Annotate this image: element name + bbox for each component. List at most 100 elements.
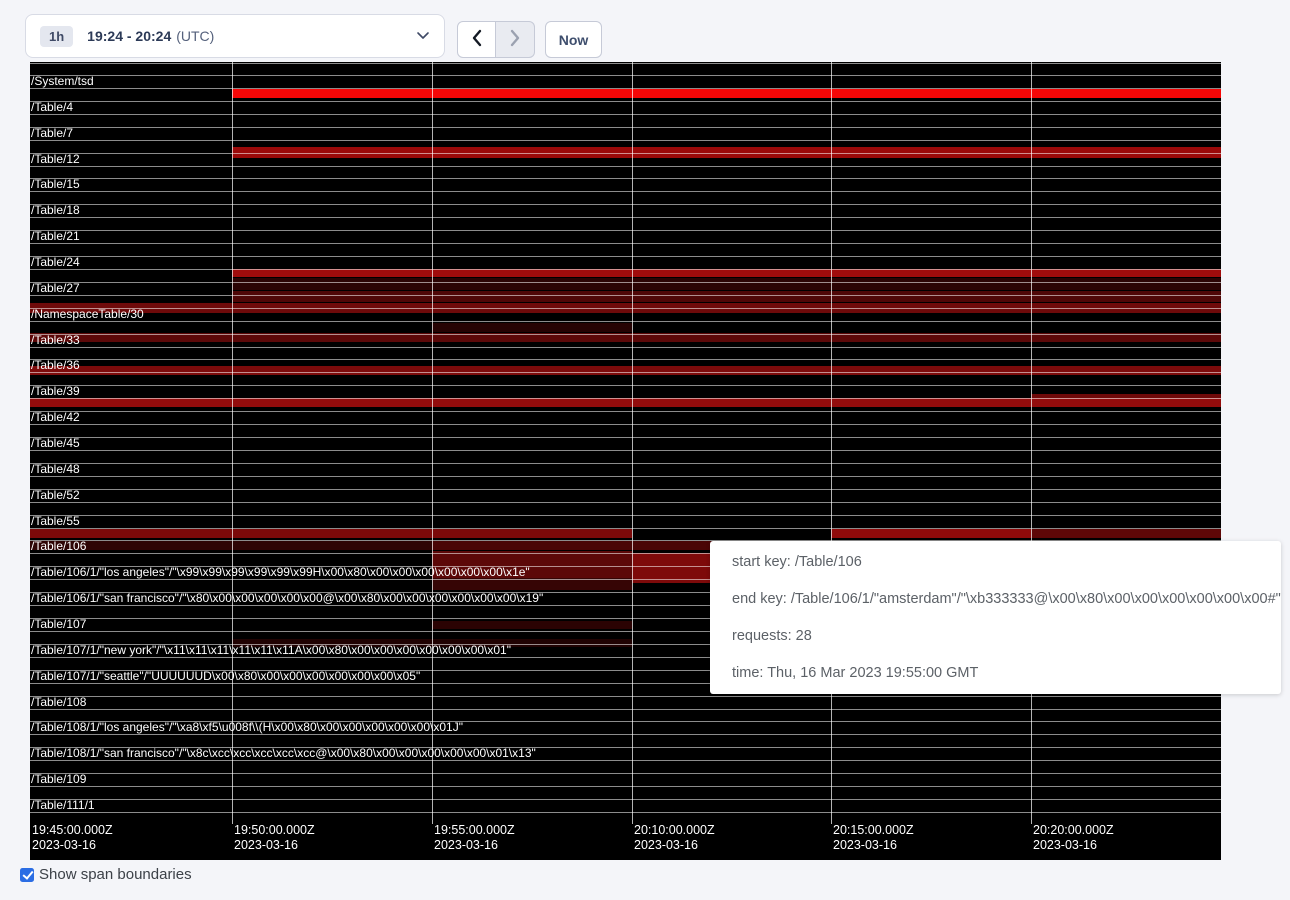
axis-date: 2023-03-16 <box>634 838 715 853</box>
span-boundary-line <box>30 101 1221 102</box>
span-boundary-line <box>30 191 1221 192</box>
span-boundary-line <box>30 528 1221 529</box>
heatmap-tooltip: start key: /Table/106 end key: /Table/10… <box>710 541 1281 694</box>
span-key-label: /Table/15 <box>31 177 80 191</box>
key-visualizer-heatmap[interactable]: /System/tsd/Table/4/Table/7/Table/12/Tab… <box>30 62 1221 860</box>
checkbox-checked-icon[interactable] <box>20 868 34 882</box>
span-boundary-line <box>30 515 1221 516</box>
span-boundary-line <box>30 489 1221 490</box>
key-visualizer-page: 1h 19:24 - 20:24 (UTC) Now /System/tsd/T… <box>0 0 1290 900</box>
span-boundary-line <box>30 256 1221 257</box>
span-key-label: /NamespaceTable/30 <box>31 307 144 321</box>
span-boundary-line <box>30 502 1221 503</box>
heat-band[interactable] <box>432 621 632 629</box>
span-key-label: /Table/108 <box>31 695 86 709</box>
span-key-label: /Table/106 <box>31 539 86 553</box>
span-key-label: /Table/106/1/"san francisco"/"\x80\x00\x… <box>31 591 543 605</box>
span-key-label: /Table/12 <box>31 152 80 166</box>
span-key-label: /Table/24 <box>31 255 80 269</box>
span-key-label: /Table/108/1/"los angeles"/"\xa8\xf5\u00… <box>31 720 463 734</box>
time-range-select[interactable]: 1h 19:24 - 20:24 (UTC) <box>25 14 445 58</box>
prev-time-button[interactable] <box>457 21 496 58</box>
heat-band[interactable] <box>232 89 1221 98</box>
span-boundary-line <box>30 773 1221 774</box>
heat-band[interactable] <box>232 269 1221 277</box>
span-key-label: /Table/107/1/"new york"/"\x11\x11\x11\x1… <box>31 643 511 657</box>
span-boundary-line <box>30 463 1221 464</box>
span-boundary-line <box>30 269 1221 270</box>
span-boundary-line <box>30 786 1221 787</box>
span-boundary-line <box>30 437 1221 438</box>
span-key-label: /Table/55 <box>31 514 80 528</box>
axis-date: 2023-03-16 <box>434 838 515 853</box>
span-key-label: /Table/107 <box>31 617 86 631</box>
axis-date: 2023-03-16 <box>1033 838 1114 853</box>
span-key-label: /Table/106/1/"los angeles"/"\x99\x99\x99… <box>31 565 530 579</box>
time-axis-label: 19:50:00.000Z2023-03-16 <box>234 823 315 853</box>
chevron-left-icon <box>471 29 483 50</box>
span-boundary-line <box>30 372 1221 373</box>
span-key-label: /Table/33 <box>31 333 80 347</box>
heat-band[interactable] <box>30 398 1221 407</box>
span-boundary-line <box>30 114 1221 115</box>
span-boundary-line <box>30 411 1221 412</box>
axis-time: 20:20:00.000Z <box>1033 823 1114 838</box>
span-boundary-line <box>30 63 1221 64</box>
span-key-label: /Table/109 <box>31 772 86 786</box>
span-key-label: /Table/111/1 <box>31 798 95 812</box>
chevron-down-icon <box>416 27 430 45</box>
timezone-label: (UTC) <box>176 28 214 44</box>
heat-band[interactable] <box>831 529 1031 538</box>
show-span-boundaries-label: Show span boundaries <box>39 866 192 883</box>
time-bucket-line <box>232 62 233 824</box>
tooltip-start-key: start key: /Table/106 <box>732 552 1259 572</box>
span-boundary-line <box>30 140 1221 141</box>
axis-date: 2023-03-16 <box>234 838 315 853</box>
heat-band[interactable] <box>30 541 432 550</box>
span-key-label: /Table/21 <box>31 229 80 243</box>
span-boundary-line <box>30 282 1221 283</box>
span-key-label: /Table/107/1/"seattle"/"UUUUUUD\x00\x80\… <box>31 669 420 683</box>
heat-band[interactable] <box>30 366 1221 375</box>
span-boundary-line <box>30 243 1221 244</box>
span-key-label: /Table/27 <box>31 281 80 295</box>
axis-time: 20:10:00.000Z <box>634 823 715 838</box>
span-key-label: /Table/48 <box>31 462 80 476</box>
span-boundary-line <box>30 476 1221 477</box>
time-bucket-line <box>632 62 633 824</box>
time-axis-label: 20:10:00.000Z2023-03-16 <box>634 823 715 853</box>
span-boundary-line <box>30 450 1221 451</box>
show-span-boundaries-control[interactable]: Show span boundaries <box>20 866 192 883</box>
tooltip-requests: requests: 28 <box>732 626 1259 646</box>
span-boundary-line <box>30 230 1221 231</box>
heat-band[interactable] <box>232 278 1221 290</box>
heat-band[interactable] <box>232 291 1221 302</box>
span-boundary-line <box>30 308 1221 309</box>
next-time-button[interactable] <box>496 21 535 58</box>
heat-band[interactable] <box>1031 529 1221 538</box>
time-bucket-line <box>1031 62 1032 824</box>
span-boundary-line <box>30 334 1221 335</box>
span-boundary-line <box>30 709 1221 710</box>
heat-band[interactable] <box>30 529 632 538</box>
axis-time: 19:50:00.000Z <box>234 823 315 838</box>
span-boundary-line <box>30 760 1221 761</box>
span-key-label: /System/tsd <box>31 74 94 88</box>
heat-band[interactable] <box>432 323 632 332</box>
time-nav-group <box>457 21 535 58</box>
span-boundary-line <box>30 204 1221 205</box>
axis-date: 2023-03-16 <box>833 838 914 853</box>
time-axis-label: 20:20:00.000Z2023-03-16 <box>1033 823 1114 853</box>
span-boundary-line <box>30 153 1221 154</box>
now-button[interactable]: Now <box>545 21 602 58</box>
span-boundary-line <box>30 812 1221 813</box>
time-axis-label: 19:45:00.000Z2023-03-16 <box>32 823 113 853</box>
span-key-label: /Table/4 <box>31 100 73 114</box>
duration-badge: 1h <box>40 26 73 47</box>
span-boundary-line <box>30 321 1221 322</box>
tooltip-time: time: Thu, 16 Mar 2023 19:55:00 GMT <box>732 663 1259 683</box>
span-boundary-line <box>30 295 1221 296</box>
time-bucket-line <box>432 62 433 824</box>
span-boundary-line <box>30 88 1221 89</box>
span-boundary-line <box>30 347 1221 348</box>
